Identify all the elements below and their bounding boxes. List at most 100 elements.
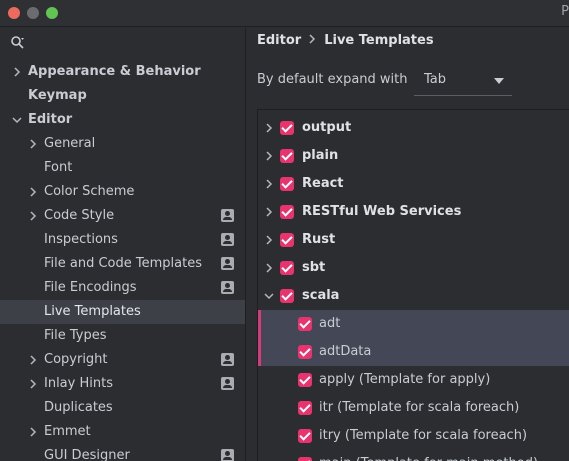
sidebar-item-file-encodings[interactable]: File Encodings	[0, 276, 245, 300]
sidebar-item-label: File Encodings	[44, 280, 137, 295]
template-group-label: sbt	[302, 260, 326, 275]
chevron-right-icon	[14, 67, 21, 77]
template-group-row[interactable]: RESTful Web Services	[258, 198, 569, 226]
chevron-right-icon[interactable]	[264, 263, 274, 273]
sidebar-item-appearance-behavior[interactable]: Appearance & Behavior	[0, 60, 245, 84]
template-group-row[interactable]: scala	[258, 282, 569, 310]
dropdown-arrow-icon	[494, 78, 504, 84]
template-group-label: plain	[302, 148, 339, 163]
sidebar-item-gui-designer[interactable]: GUI Designer	[0, 444, 245, 461]
chevron-right-icon[interactable]	[264, 207, 274, 217]
checkbox-checked[interactable]	[280, 205, 294, 219]
sidebar-item-label: Live Templates	[44, 304, 141, 319]
template-row[interactable]: itry (Template for scala foreach)	[258, 422, 569, 450]
sidebar-item-label: Duplicates	[44, 400, 113, 415]
search-input[interactable]	[8, 34, 238, 52]
project-profile-icon	[221, 233, 234, 246]
project-profile-icon	[221, 281, 234, 294]
checkbox-checked[interactable]	[298, 457, 312, 461]
template-label: itry (Template for scala foreach)	[319, 428, 528, 443]
checkbox-checked[interactable]	[280, 177, 294, 191]
close-window-button[interactable]	[8, 7, 20, 19]
checkbox-checked[interactable]	[298, 317, 312, 331]
checkbox-checked[interactable]	[280, 289, 294, 303]
dropdown-value: Tab	[424, 72, 447, 87]
checkbox-checked[interactable]	[298, 345, 312, 359]
minimize-window-button[interactable]	[27, 7, 39, 19]
chevron-right-icon[interactable]	[264, 235, 274, 245]
templates-tree: output plain React RESTful Web Services …	[257, 109, 569, 461]
template-group-label: scala	[302, 288, 340, 303]
sidebar-item-duplicates[interactable]: Duplicates	[0, 396, 245, 420]
settings-sidebar: Appearance & Behavior Keymap Editor Gene…	[0, 28, 246, 461]
checkbox-checked[interactable]	[298, 429, 312, 443]
sidebar-item-label: Emmet	[44, 424, 91, 439]
sidebar-item-keymap[interactable]: Keymap	[0, 84, 245, 108]
sidebar-item-editor[interactable]: Editor	[0, 108, 245, 132]
sidebar-item-general[interactable]: General	[0, 132, 245, 156]
chevron-right-icon	[30, 139, 37, 149]
sidebar-item-copyright[interactable]: Copyright	[0, 348, 245, 372]
chevron-right-icon	[30, 379, 37, 389]
selection-indicator	[258, 338, 261, 366]
settings-main-panel: Editor Live Templates By default expand w…	[247, 28, 569, 461]
chevron-down-icon[interactable]	[264, 291, 274, 301]
project-profile-icon	[221, 353, 234, 366]
window-title: P	[561, 4, 569, 19]
sidebar-item-file-and-code-templates[interactable]: File and Code Templates	[0, 252, 245, 276]
sidebar-item-label: Inspections	[44, 232, 118, 247]
template-row[interactable]: apply (Template for apply)	[258, 366, 569, 394]
chevron-right-icon[interactable]	[264, 151, 274, 161]
template-row[interactable]: itr (Template for scala foreach)	[258, 394, 569, 422]
maximize-window-button[interactable]	[46, 7, 58, 19]
template-label: main (Template for main method)	[319, 450, 538, 461]
project-profile-icon	[221, 209, 234, 222]
expand-key-dropdown[interactable]: Tab	[414, 70, 512, 96]
sidebar-item-code-style[interactable]: Code Style	[0, 204, 245, 228]
sidebar-item-label: Keymap	[28, 88, 87, 103]
checkbox-checked[interactable]	[280, 233, 294, 247]
template-group-label: output	[302, 120, 352, 135]
chevron-right-icon[interactable]	[264, 179, 274, 189]
sidebar-item-emmet[interactable]: Emmet	[0, 420, 245, 444]
template-group-row[interactable]: plain	[258, 142, 569, 170]
sidebar-item-live-templates[interactable]: Live Templates	[0, 300, 245, 324]
chevron-down-icon	[12, 117, 22, 124]
sidebar-item-inspections[interactable]: Inspections	[0, 228, 245, 252]
chevron-right-icon[interactable]	[264, 123, 274, 133]
breadcrumb-current: Live Templates	[324, 33, 434, 48]
checkbox-checked[interactable]	[280, 121, 294, 135]
sidebar-item-label: Inlay Hints	[44, 376, 113, 391]
checkbox-checked[interactable]	[298, 401, 312, 415]
sidebar-item-label: File Types	[44, 328, 107, 343]
checkbox-checked[interactable]	[298, 373, 312, 387]
checkbox-checked[interactable]	[280, 149, 294, 163]
template-group-label: RESTful Web Services	[302, 204, 462, 219]
template-label: adtData	[319, 344, 372, 359]
breadcrumb: Editor Live Templates	[257, 33, 434, 48]
template-row[interactable]: adt	[258, 310, 569, 338]
sidebar-item-file-types[interactable]: File Types	[0, 324, 245, 348]
template-row[interactable]: main (Template for main method)	[258, 450, 569, 461]
selection-indicator	[258, 310, 261, 338]
sidebar-item-color-scheme[interactable]: Color Scheme	[0, 180, 245, 204]
template-group-label: React	[302, 176, 344, 191]
template-group-row[interactable]: Rust	[258, 226, 569, 254]
template-row[interactable]: adtData	[258, 338, 569, 366]
sidebar-item-label: Code Style	[44, 208, 115, 223]
sidebar-item-label: Editor	[28, 112, 73, 127]
chevron-right-icon	[30, 211, 37, 221]
breadcrumb-parent[interactable]: Editor	[257, 33, 301, 48]
template-group-row[interactable]: sbt	[258, 254, 569, 282]
sidebar-item-label: File and Code Templates	[44, 256, 202, 271]
chevron-right-icon	[30, 355, 37, 365]
expand-label: By default expand with	[257, 72, 408, 87]
sidebar-item-label: Copyright	[44, 352, 108, 367]
sidebar-item-inlay-hints[interactable]: Inlay Hints	[0, 372, 245, 396]
sidebar-item-font[interactable]: Font	[0, 156, 245, 180]
template-group-row[interactable]: output	[258, 114, 569, 142]
template-group-row[interactable]: React	[258, 170, 569, 198]
chevron-right-icon	[30, 187, 37, 197]
checkbox-checked[interactable]	[280, 261, 294, 275]
sidebar-item-label: Font	[44, 160, 73, 175]
